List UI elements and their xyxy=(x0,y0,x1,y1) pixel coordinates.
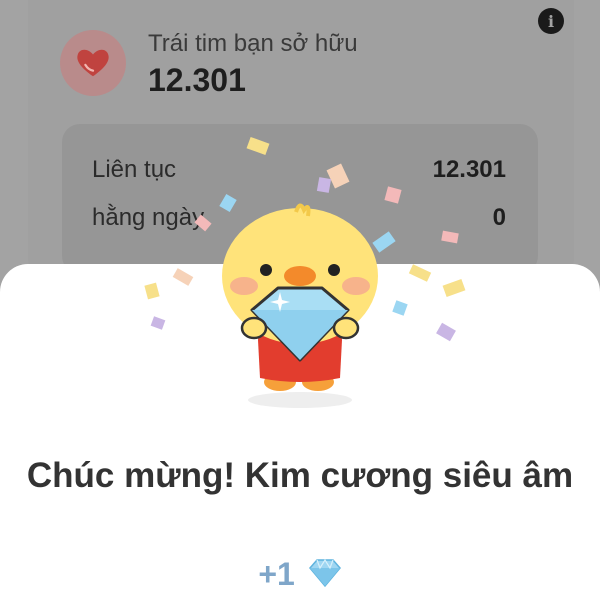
heart-icon xyxy=(77,49,109,77)
info-icon[interactable]: i xyxy=(538,8,564,34)
stat-value-streak: 12.301 xyxy=(432,156,506,183)
reward-amount: +1 xyxy=(258,556,295,592)
chick-hand xyxy=(332,316,360,340)
chick-mascot xyxy=(222,203,378,408)
stat-label-daily: hằng ngày xyxy=(92,204,205,231)
owned-hearts-label: Trái tim bạn sở hữu xyxy=(148,30,358,57)
heart-badge xyxy=(60,30,126,96)
diamond-icon xyxy=(308,558,342,596)
chick-cheek xyxy=(342,277,370,295)
reward-line: +1 xyxy=(0,556,600,596)
stat-value-daily: 0 xyxy=(492,204,506,231)
chick-beak xyxy=(284,266,316,286)
chick-cheek xyxy=(230,277,258,295)
congrats-title: Chúc mừng! Kim cương siêu âm xyxy=(26,456,574,495)
owned-hearts-value: 12.301 xyxy=(148,62,246,98)
chick-eye xyxy=(328,264,340,276)
chick-shadow xyxy=(248,392,352,408)
stat-label-streak: Liên tục xyxy=(92,156,177,183)
chick-eye xyxy=(260,264,272,276)
chick-hand xyxy=(240,316,268,340)
